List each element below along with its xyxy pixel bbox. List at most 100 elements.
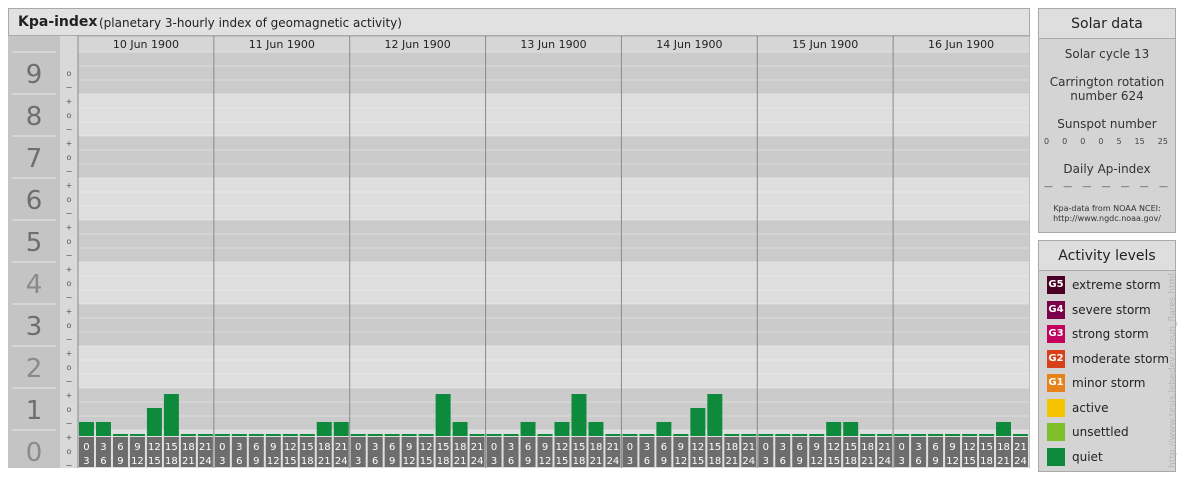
legend-label: quiet [1072,449,1103,464]
kp-bar [826,422,842,436]
y-sub-tick: + [66,97,73,106]
sunspot-values: 0 0 0 0 5 15 25 [1044,137,1168,146]
interval-end-label: 12 [946,456,959,467]
vertical-credit: http://www.tesis.lebedev.ru/sun_flares.h… [1168,268,1178,468]
kp-bar [537,434,553,436]
y-sub-tick: o [67,153,72,162]
legend-swatch: G5 [1047,276,1065,294]
y-sub-tick: o [67,111,72,120]
legend-label: extreme storm [1072,278,1161,292]
legend-item: G1 minor storm [1047,373,1145,393]
band-5 [78,220,1029,262]
interval-end-label: 18 [980,456,993,467]
y-sub-tick: − [66,167,73,176]
interval-end-label: 6 [372,456,378,467]
interval-end-label: 24 [742,456,755,467]
band-3 [78,304,1029,346]
y-sub-tick: o [67,447,72,456]
sunspot-value: 0 [1062,137,1068,146]
chart-title-bar: Kpa-index (planetary 3-hourly index of g… [8,8,1030,36]
y-tick-label: 9 [26,60,43,90]
sunspot-value: 0 [1098,137,1104,146]
interval-start-label: 3 [644,442,650,453]
interval-end-label: 9 [932,456,938,467]
band-4 [78,262,1029,304]
kp-bar [588,422,604,436]
interval-end-label: 9 [525,456,531,467]
y-sub-tick: − [66,335,73,344]
interval-end-label: 9 [253,456,259,467]
y-tick-label: 7 [26,144,43,174]
interval-end-label: 3 [355,456,361,467]
kp-bar [79,422,94,436]
band-7 [78,136,1029,178]
y-sub-tick: + [66,391,73,400]
interval-start-label: 12 [963,442,976,453]
kp-bar [571,394,587,436]
legend-swatch: G3 [1047,325,1065,343]
kp-bar [265,434,281,436]
legend-swatch [1047,398,1065,417]
interval-end-label: 21 [725,456,738,467]
interval-start-label: 15 [573,442,586,453]
legend-swatch: G2 [1047,349,1065,368]
interval-end-label: 9 [117,456,123,467]
interval-start-label: 0 [83,442,89,453]
ap-value: — [1120,182,1130,192]
kp-bar [605,434,621,436]
kp-bar [809,434,825,436]
band-8 [78,94,1029,136]
interval-end-label: 15 [691,456,704,467]
kp-bar [197,434,213,436]
interval-end-label: 6 [780,456,786,467]
interval-start-label: 9 [134,442,140,453]
interval-end-label: 18 [573,456,586,467]
interval-start-label: 18 [590,442,603,453]
interval-start-label: 9 [542,442,548,453]
legend-item: active [1047,398,1108,418]
interval-end-label: 18 [301,456,314,467]
legend-swatch [1047,423,1065,441]
kpa-chart: 10 Jun 1900 11 Jun 1900 12 Jun 1900 13 Jun … [8,36,1030,468]
interval-end-label: 24 [607,456,620,467]
kp-bar [639,434,655,436]
band-9 [78,52,1029,94]
kp-bar [384,434,400,436]
kp-bar [996,422,1012,436]
interval-start-label: 15 [301,442,314,453]
day-label: 16 Jun 1900 [928,38,994,51]
interval-start-label: 9 [406,442,412,453]
y-sub-tick: − [66,419,73,428]
interval-end-label: 15 [963,456,976,467]
kp-bar [1013,434,1028,436]
interval-start-label: 18 [454,442,467,453]
y-sub-tick: o [67,237,72,246]
kp-bar [163,394,179,436]
y-sub-tick: − [66,125,73,134]
vertical-credit-text[interactable]: http://www.tesis.lebedev.ru/sun_flares.h… [1168,273,1178,468]
legend-label: strong storm [1072,327,1149,341]
interval-end-label: 3 [83,456,89,467]
activity-levels-panel: Activity levels G5 extreme storm G4 severe … [1038,240,1176,472]
interval-end-label: 6 [236,456,242,467]
y-tick-label: 6 [26,186,43,216]
legend-label: active [1072,400,1109,415]
data-credit-line2[interactable]: http://www.ngdc.noaa.gov/ [1039,214,1175,224]
interval-end-label: 6 [100,456,106,467]
interval-start-label: 3 [100,442,106,453]
day-label: 11 Jun 1900 [249,38,315,51]
interval-end-label: 9 [661,456,667,467]
kp-bar [656,422,672,436]
interval-end-label: 24 [199,456,212,467]
interval-start-label: 0 [627,442,633,453]
interval-start-label: 21 [335,442,348,453]
ap-label: Daily Ap-index [1063,162,1151,176]
interval-end-label: 21 [318,456,331,467]
kp-bar [775,434,791,436]
interval-end-label: 6 [915,456,921,467]
kp-bar [945,434,961,436]
kp-bar [554,422,570,436]
interval-start-label: 21 [471,442,484,453]
interval-start-label: 12 [827,442,840,453]
interval-end-label: 15 [420,456,433,467]
